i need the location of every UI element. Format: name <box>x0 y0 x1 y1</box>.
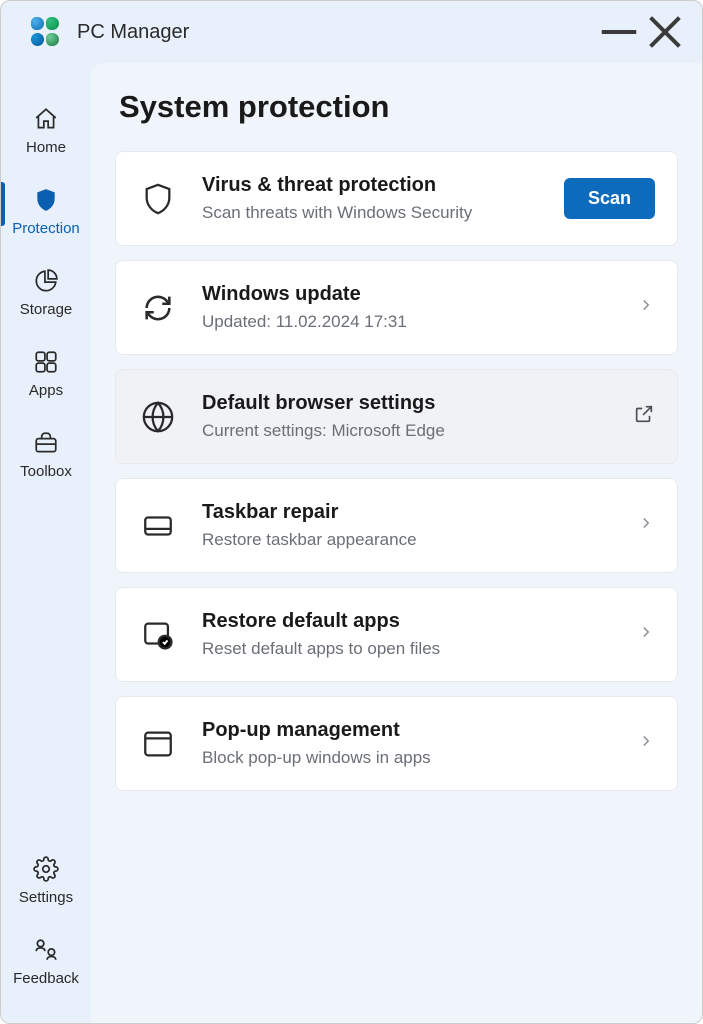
card-subtitle: Block pop-up windows in apps <box>202 748 613 768</box>
close-button[interactable] <box>642 12 688 52</box>
sidebar-item-toolbox[interactable]: Toolbox <box>1 417 91 498</box>
chevron-right-icon <box>637 623 655 646</box>
sidebar-item-label: Settings <box>19 889 73 906</box>
scan-button[interactable]: Scan <box>564 178 655 219</box>
toolbox-icon <box>32 429 60 457</box>
shield-icon <box>32 186 60 214</box>
chevron-right-icon <box>637 514 655 537</box>
card-title: Default browser settings <box>202 392 609 415</box>
card-subtitle: Scan threats with Windows Security <box>202 203 540 223</box>
card-subtitle: Restore taskbar appearance <box>202 530 613 550</box>
card-windows-update[interactable]: Windows update Updated: 11.02.2024 17:31 <box>115 260 678 355</box>
sidebar-item-label: Protection <box>12 220 80 237</box>
card-taskbar-repair[interactable]: Taskbar repair Restore taskbar appearanc… <box>115 478 678 573</box>
card-title: Restore default apps <box>202 610 613 633</box>
card-title: Virus & threat protection <box>202 174 540 197</box>
sidebar-item-protection[interactable]: Protection <box>1 174 91 255</box>
card-title: Windows update <box>202 283 613 306</box>
card-default-browser[interactable]: Default browser settings Current setting… <box>115 369 678 464</box>
app-title: PC Manager <box>77 21 596 44</box>
restore-apps-icon <box>138 615 178 655</box>
card-popup-management[interactable]: Pop-up management Block pop-up windows i… <box>115 696 678 791</box>
apps-icon <box>32 348 60 376</box>
pie-chart-icon <box>32 267 60 295</box>
home-icon <box>32 105 60 133</box>
chevron-right-icon <box>637 296 655 319</box>
card-title: Pop-up management <box>202 719 613 742</box>
card-restore-default-apps[interactable]: Restore default apps Reset default apps … <box>115 587 678 682</box>
sidebar-item-feedback[interactable]: Feedback <box>13 924 79 1005</box>
sidebar-item-home[interactable]: Home <box>1 93 91 174</box>
card-virus-threat[interactable]: Virus & threat protection Scan threats w… <box>115 151 678 246</box>
app-logo <box>31 17 61 47</box>
sidebar-item-label: Toolbox <box>20 463 72 480</box>
window-icon <box>138 724 178 764</box>
titlebar: PC Manager <box>1 1 702 63</box>
sidebar-item-label: Home <box>26 139 66 156</box>
gear-icon <box>32 855 60 883</box>
sidebar-item-label: Storage <box>20 301 73 318</box>
main-panel: System protection Virus & threat protect… <box>91 63 702 1023</box>
taskbar-icon <box>138 506 178 546</box>
sidebar-item-label: Apps <box>29 382 63 399</box>
minimize-button[interactable] <box>596 12 642 52</box>
page-title: System protection <box>119 89 678 125</box>
sidebar-item-apps[interactable]: Apps <box>1 336 91 417</box>
globe-icon <box>138 397 178 437</box>
card-subtitle: Current settings: Microsoft Edge <box>202 421 609 441</box>
sidebar-item-label: Feedback <box>13 970 79 987</box>
card-subtitle: Reset default apps to open files <box>202 639 613 659</box>
sync-icon <box>138 288 178 328</box>
sidebar-item-settings[interactable]: Settings <box>13 843 79 924</box>
chevron-right-icon <box>637 732 655 755</box>
sidebar: Home Protection Storage Apps <box>1 63 91 1023</box>
sidebar-item-storage[interactable]: Storage <box>1 255 91 336</box>
external-link-icon <box>633 403 655 430</box>
card-title: Taskbar repair <box>202 501 613 524</box>
feedback-icon <box>32 936 60 964</box>
shield-outline-icon <box>138 179 178 219</box>
card-subtitle: Updated: 11.02.2024 17:31 <box>202 312 613 332</box>
